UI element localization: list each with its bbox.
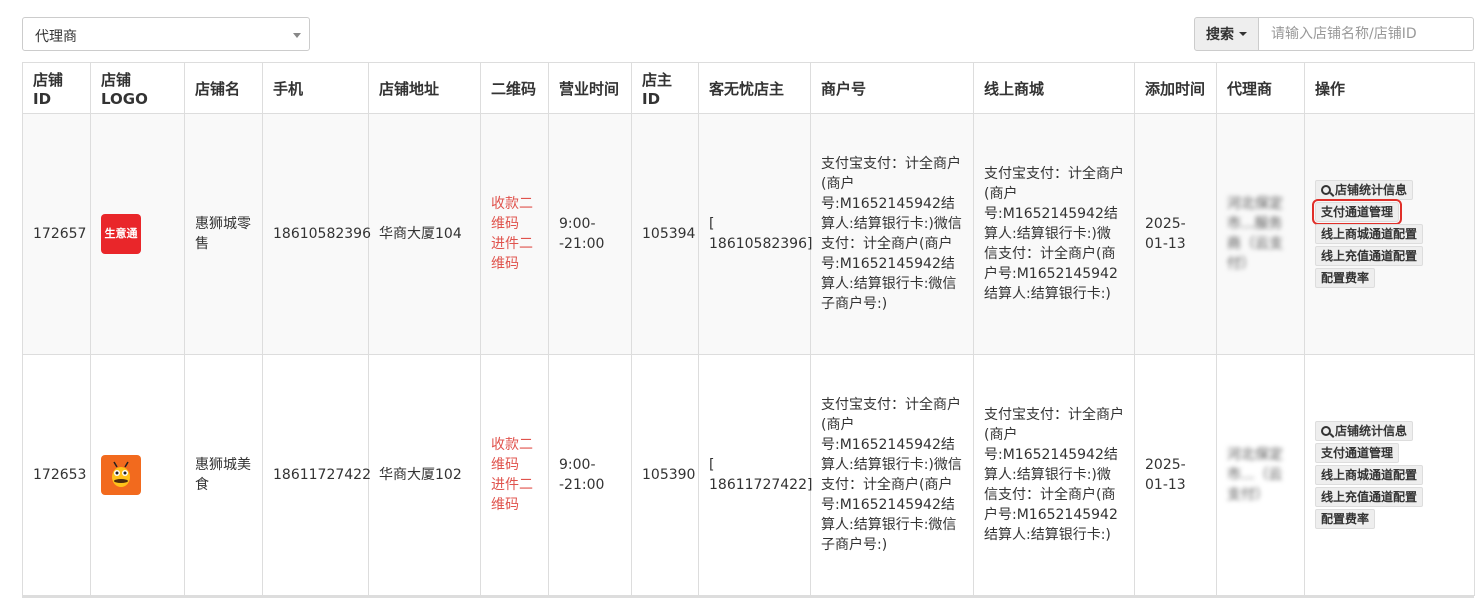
- agent-name: 河北保定市...服务商（云支付）: [1227, 196, 1283, 272]
- cell-phone: 18610582396: [262, 113, 371, 355]
- caret-down-icon: [1239, 32, 1247, 36]
- cell-qrcode: 收款二维码 进件二维码: [480, 354, 549, 596]
- mall-channel-config-button[interactable]: 线上商城通道配置: [1315, 465, 1424, 485]
- cell-kwy-owner: [ 18611727422]: [698, 354, 812, 596]
- header-agent: 代理商: [1216, 62, 1305, 114]
- header-added: 添加时间: [1134, 62, 1217, 114]
- header-kwy-owner: 客无忧店主: [698, 62, 811, 114]
- cell-qrcode: 收款二维码 进件二维码: [480, 113, 549, 355]
- fee-rate-config-button[interactable]: 配置费率: [1315, 509, 1376, 529]
- header-phone: 手机: [262, 62, 369, 114]
- cell-logo: 生意通: [90, 113, 185, 355]
- header-merchant-no: 商户号: [810, 62, 974, 114]
- header-shop-name: 店铺名: [184, 62, 263, 114]
- cell-shop-id: 172657: [22, 113, 91, 355]
- cell-online-mall: 支付宝支付：计全商户(商户号:M1652145942结算人:结算银行卡:)微信支…: [973, 354, 1135, 596]
- search-group: 搜索: [1194, 17, 1474, 51]
- zoom-in-icon: [1321, 426, 1331, 436]
- shop-stats-button[interactable]: 店铺统计信息: [1315, 421, 1414, 441]
- header-qrcode: 二维码: [480, 62, 549, 114]
- table-row: 172657 生意通 惠狮城零售 18610582396 华商大厦104 收款二…: [22, 113, 1475, 355]
- onboard-qrcode-link[interactable]: 进件二维码: [491, 475, 538, 515]
- cell-phone: 18611727422: [262, 354, 371, 596]
- fee-rate-config-button[interactable]: 配置费率: [1315, 268, 1376, 288]
- toolbar: 代理商 搜索: [0, 0, 1478, 62]
- header-hours: 营业时间: [548, 62, 632, 114]
- cell-owner-id: 105390: [631, 354, 699, 596]
- search-button[interactable]: 搜索: [1194, 17, 1259, 51]
- chevron-down-icon: [293, 33, 301, 38]
- header-logo: 店铺LOGO: [90, 62, 185, 114]
- search-input[interactable]: [1259, 17, 1474, 51]
- cell-shop-name: 惠狮城零售: [184, 113, 263, 355]
- header-actions: 操作: [1304, 62, 1475, 114]
- cell-added: 2025-01-13: [1134, 113, 1217, 355]
- shop-stats-label: 店铺统计信息: [1335, 183, 1408, 197]
- cell-owner-id: 105394: [631, 113, 699, 355]
- agent-select[interactable]: 代理商: [22, 17, 310, 51]
- shop-stats-label: 店铺统计信息: [1335, 424, 1408, 438]
- cell-shop-name: 惠狮城美食: [184, 354, 263, 596]
- cell-merchant-no: 支付宝支付：计全商户(商户号:M1652145942结算人:结算银行卡:)微信支…: [810, 354, 974, 596]
- collect-qrcode-link[interactable]: 收款二维码: [491, 194, 538, 234]
- header-online-mall: 线上商城: [973, 62, 1135, 114]
- cell-merchant-no: 支付宝支付：计全商户(商户号:M1652145942结算人:结算银行卡:)微信支…: [810, 113, 974, 355]
- header-owner-id: 店主ID: [631, 62, 699, 114]
- cell-address: 华商大厦104: [368, 113, 481, 355]
- agent-select-value: 代理商: [35, 29, 77, 45]
- cell-hours: 9:00--21:00: [548, 354, 632, 596]
- table-header-row: 店铺ID 店铺LOGO 店铺名 手机 店铺地址 二维码 营业时间 店主ID 客无…: [22, 62, 1475, 114]
- collect-qrcode-link[interactable]: 收款二维码: [491, 435, 538, 475]
- recharge-channel-config-button[interactable]: 线上充值通道配置: [1315, 246, 1424, 266]
- zoom-in-icon: [1321, 185, 1331, 195]
- payment-channel-button[interactable]: 支付通道管理: [1315, 443, 1400, 463]
- agent-name: 河北保定市...（云支付）: [1227, 447, 1283, 503]
- payment-channel-button[interactable]: 支付通道管理: [1311, 199, 1403, 225]
- cell-address: 华商大厦102: [368, 354, 481, 596]
- cell-agent: 河北保定市...服务商（云支付）: [1216, 113, 1305, 355]
- header-address: 店铺地址: [368, 62, 481, 114]
- onboard-qrcode-link[interactable]: 进件二维码: [491, 234, 538, 274]
- logo-text: 生意通: [104, 227, 138, 240]
- cell-added: 2025-01-13: [1134, 354, 1217, 596]
- search-button-label: 搜索: [1206, 27, 1234, 43]
- shop-table: 店铺ID 店铺LOGO 店铺名 手机 店铺地址 二维码 营业时间 店主ID 客无…: [22, 62, 1475, 596]
- cell-kwy-owner: [ 18610582396]: [698, 113, 812, 355]
- bee-mascot-logo: [101, 455, 141, 495]
- table-row: 172653 惠狮城美食 18611727422 华商大厦102 收款二维码 进…: [22, 354, 1475, 596]
- recharge-channel-config-button[interactable]: 线上充值通道配置: [1315, 487, 1424, 507]
- cell-actions: 店铺统计信息 支付通道管理 线上商城通道配置 线上充值通道配置 配置费率: [1304, 354, 1475, 596]
- cell-shop-id: 172653: [22, 354, 91, 596]
- mall-channel-config-button[interactable]: 线上商城通道配置: [1315, 224, 1424, 244]
- cell-agent: 河北保定市...（云支付）: [1216, 354, 1305, 596]
- shengyitong-logo: 生意通: [101, 214, 141, 254]
- cell-hours: 9:00--21:00: [548, 113, 632, 355]
- header-shop-id: 店铺ID: [22, 62, 91, 114]
- cell-actions: 店铺统计信息 支付通道管理 线上商城通道配置 线上充值通道配置 配置费率: [1304, 113, 1475, 355]
- shop-stats-button[interactable]: 店铺统计信息: [1315, 180, 1414, 200]
- cell-online-mall: 支付宝支付：计全商户(商户号:M1652145942结算人:结算银行卡:)微信支…: [973, 113, 1135, 355]
- cell-logo: [90, 354, 185, 596]
